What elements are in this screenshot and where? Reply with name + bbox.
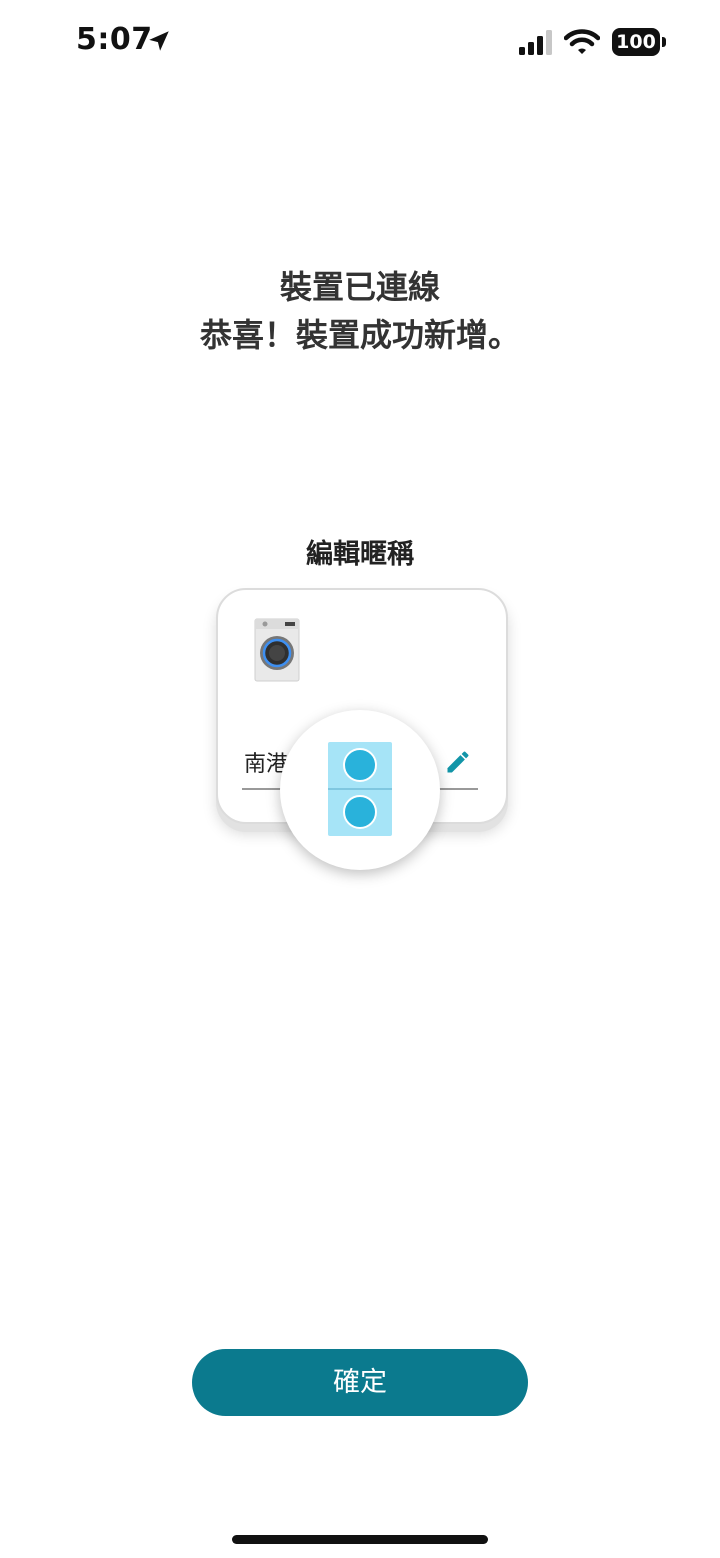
stacked-washer-dryer-icon xyxy=(328,742,392,836)
washing-machine-icon xyxy=(254,618,300,682)
location-arrow-icon xyxy=(149,31,169,51)
battery-level: 100 xyxy=(612,28,660,56)
confirm-button[interactable]: 確定 xyxy=(192,1349,528,1416)
battery-icon: 100 xyxy=(612,28,666,56)
nickname-section-label: 編輯暱稱 xyxy=(306,539,414,570)
wifi-icon xyxy=(564,29,600,54)
cellular-signal-icon xyxy=(519,30,552,55)
status-time: 5:07 xyxy=(76,22,153,57)
status-bar: 5:07 100 xyxy=(0,0,720,86)
page-subtitle: 恭喜！裝置成功新增。 xyxy=(199,316,520,354)
pencil-icon[interactable] xyxy=(444,748,472,776)
home-indicator[interactable] xyxy=(232,1535,488,1544)
device-type-badge xyxy=(280,710,440,870)
battery-cap xyxy=(662,37,666,47)
page-title: 裝置已連線 xyxy=(279,268,440,306)
